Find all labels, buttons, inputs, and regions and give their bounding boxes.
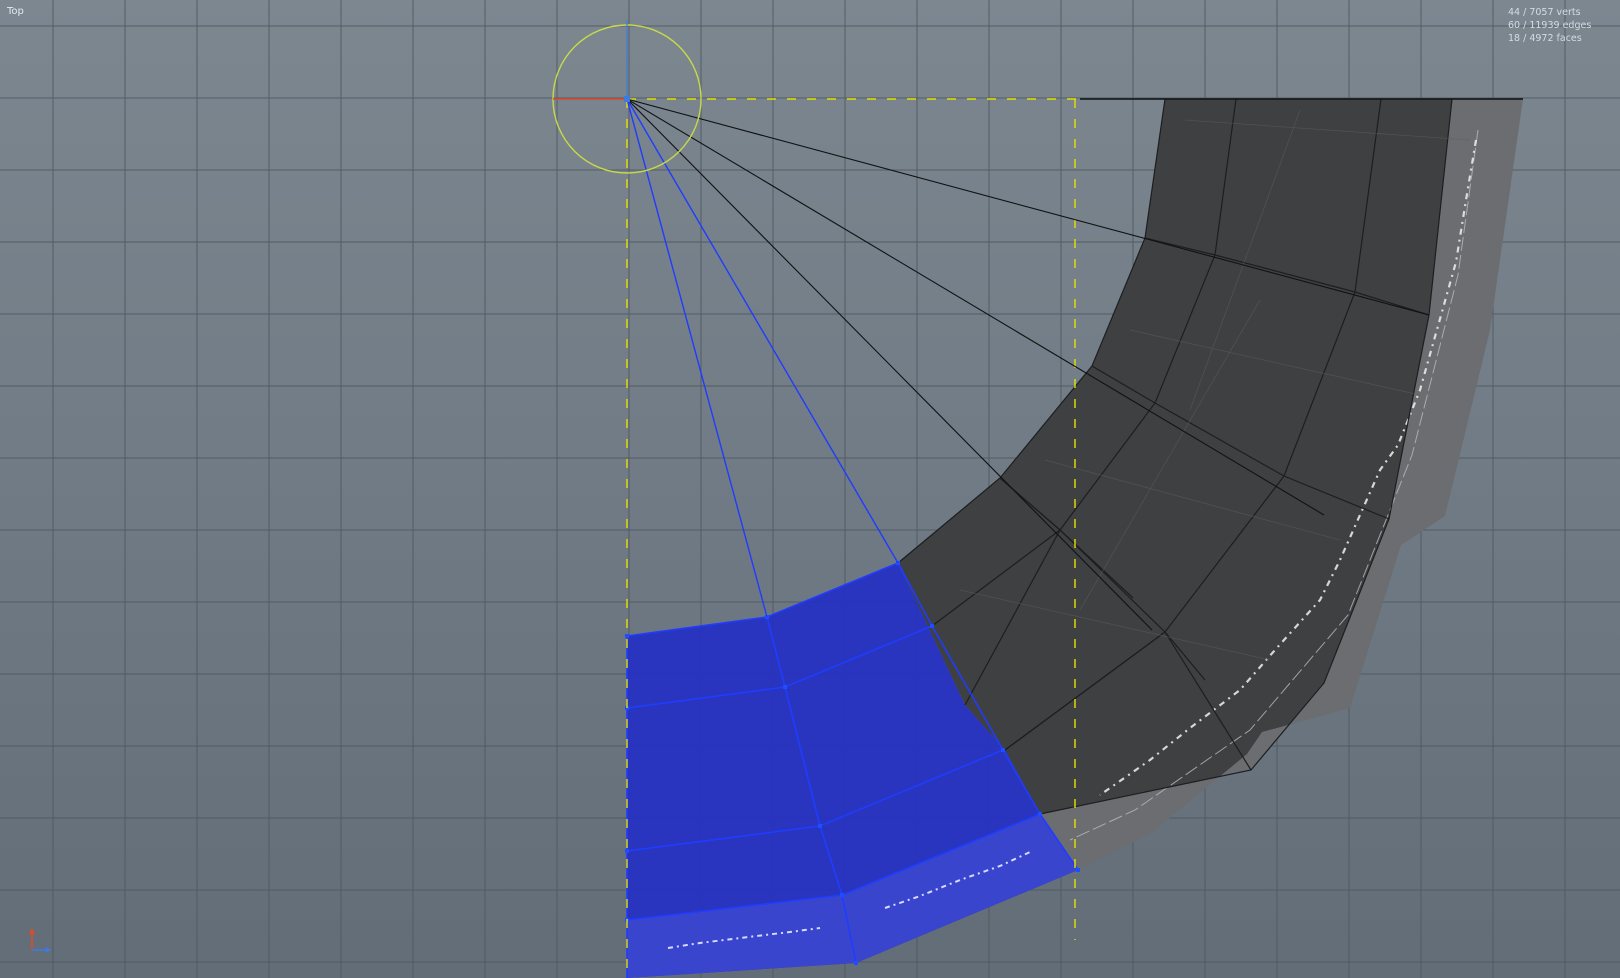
stats-edges: 60 / 11939 edges xyxy=(1508,20,1592,31)
stats-faces: 18 / 4972 faces xyxy=(1508,33,1582,44)
stats-verts: 44 / 7057 verts xyxy=(1508,7,1581,18)
rotate-gizmo-icon[interactable] xyxy=(552,20,702,174)
pivot-spokes-selected xyxy=(626,98,899,618)
mesh-stats: 44 / 7057 verts 60 / 11939 edges 18 / 49… xyxy=(1508,6,1591,45)
curved-mesh[interactable] xyxy=(625,98,1523,978)
view-label[interactable]: Top xyxy=(7,6,24,17)
viewport-scene[interactable] xyxy=(0,0,1620,978)
3d-viewport-top[interactable]: Top 44 / 7057 verts 60 / 11939 edges 18 … xyxy=(0,0,1620,978)
axis-gizmo-icon xyxy=(29,928,51,953)
